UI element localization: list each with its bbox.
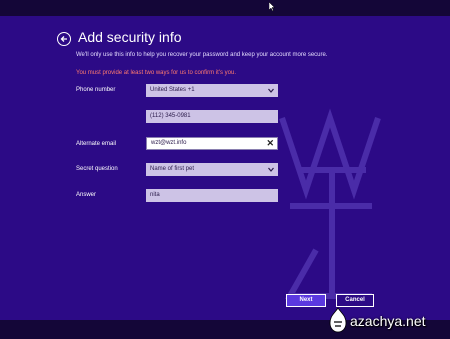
- alternate-email-input[interactable]: wzt@wzt.info ✕: [146, 137, 278, 150]
- secret-question-label: Secret question: [76, 166, 118, 172]
- watermark-logo-icon: [329, 307, 347, 333]
- warning-message: You must provide at least two ways for u…: [76, 70, 236, 76]
- country-code-dropdown[interactable]: United States +1: [146, 84, 278, 97]
- top-bar: [0, 0, 450, 16]
- page-subtitle: We'll only use this info to help you rec…: [76, 52, 328, 58]
- answer-value: nita: [150, 192, 160, 198]
- chevron-down-icon: [268, 88, 274, 93]
- answer-input[interactable]: nita: [146, 189, 278, 202]
- secret-question-dropdown[interactable]: Name of first pet: [146, 163, 278, 176]
- background-logo-icon: [279, 108, 381, 299]
- alternate-email-value: wzt@wzt.info: [151, 140, 187, 146]
- phone-number-input[interactable]: (112) 345-0981: [146, 110, 278, 123]
- answer-label: Answer: [76, 192, 97, 198]
- secret-question-value: Name of first pet: [150, 166, 195, 172]
- back-button[interactable]: [57, 32, 71, 46]
- next-button[interactable]: Next: [286, 294, 326, 307]
- country-code-value: United States +1: [150, 87, 195, 93]
- clear-icon[interactable]: ✕: [266, 138, 274, 149]
- back-arrow-icon: [60, 36, 67, 42]
- mouse-cursor-icon: [269, 2, 275, 11]
- phone-number-label: Phone number: [76, 87, 116, 93]
- chevron-down-icon: [268, 167, 274, 172]
- watermark-text: azachya.net: [350, 313, 426, 329]
- page-title: Add security info: [78, 29, 182, 45]
- phone-number-value: (112) 345-0981: [150, 113, 191, 119]
- alternate-email-label: Alternate email: [76, 141, 117, 147]
